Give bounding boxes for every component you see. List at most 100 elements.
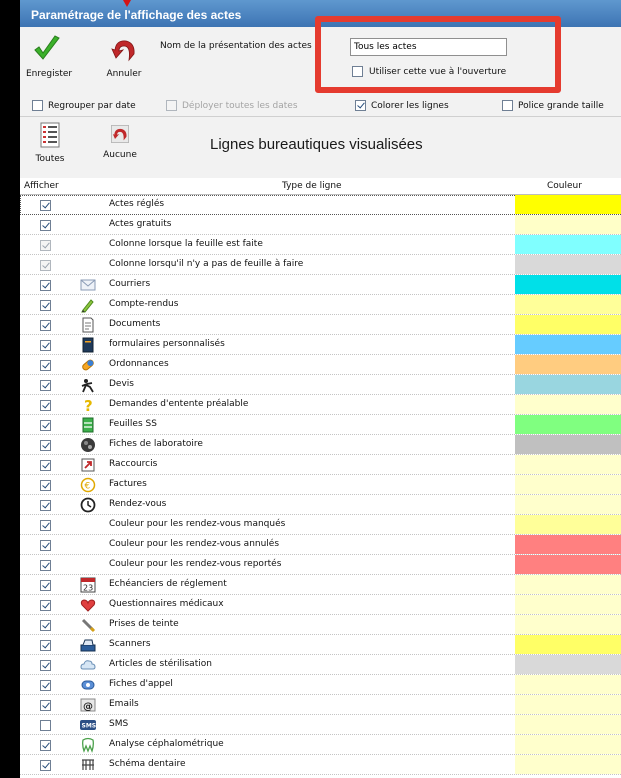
table-row[interactable]: Ordonnances	[20, 355, 621, 375]
row-color-swatch[interactable]	[515, 295, 621, 314]
row-color-swatch[interactable]	[515, 655, 621, 674]
table-row[interactable]: Courriers	[20, 275, 621, 295]
row-show-checkbox[interactable]	[40, 700, 51, 711]
row-show-checkbox[interactable]	[40, 760, 51, 771]
table-row[interactable]: Actes gratuits	[20, 215, 621, 235]
row-show-checkbox[interactable]	[40, 680, 51, 691]
table-row[interactable]: Schéma dentaire	[20, 755, 621, 775]
group-by-date-option[interactable]: Regrouper par date	[32, 100, 136, 111]
row-color-swatch[interactable]	[515, 635, 621, 654]
row-color-swatch[interactable]	[515, 595, 621, 614]
table-row[interactable]: Actes réglés	[20, 195, 621, 215]
table-row[interactable]: Fiches de laboratoire	[20, 435, 621, 455]
row-show-checkbox[interactable]	[40, 660, 51, 671]
presentation-name-input[interactable]	[350, 38, 507, 56]
row-show-checkbox[interactable]	[40, 380, 51, 391]
table-row[interactable]: formulaires personnalisés	[20, 335, 621, 355]
row-color-swatch[interactable]	[515, 475, 621, 494]
table-row[interactable]: Couleur pour les rendez-vous reportés	[20, 555, 621, 575]
row-show-checkbox[interactable]	[40, 720, 51, 731]
table-row[interactable]: Questionnaires médicaux	[20, 595, 621, 615]
group-by-date-checkbox[interactable]	[32, 100, 43, 111]
table-row[interactable]: Rendez-vous	[20, 495, 621, 515]
table-row[interactable]: Devis	[20, 375, 621, 395]
row-show-checkbox[interactable]	[40, 560, 51, 571]
table-row[interactable]: Colonne lorsqu'il n'y a pas de feuille à…	[20, 255, 621, 275]
column-color-header[interactable]: Couleur	[547, 181, 582, 191]
row-show-checkbox[interactable]	[40, 580, 51, 591]
row-show-checkbox[interactable]	[40, 460, 51, 471]
table-row[interactable]: Colonne lorsque la feuille est faite	[20, 235, 621, 255]
table-row[interactable]: € Factures	[20, 475, 621, 495]
row-show-checkbox[interactable]	[40, 400, 51, 411]
row-show-checkbox[interactable]	[40, 220, 51, 231]
row-show-checkbox[interactable]	[40, 280, 51, 291]
row-color-swatch[interactable]	[515, 715, 621, 734]
row-color-swatch[interactable]	[515, 255, 621, 274]
table-row[interactable]: ? Demandes d'entente préalable	[20, 395, 621, 415]
row-show-checkbox[interactable]	[40, 360, 51, 371]
row-show-checkbox[interactable]	[40, 640, 51, 651]
select-all-button[interactable]: Toutes	[30, 122, 70, 164]
row-show-checkbox[interactable]	[40, 500, 51, 511]
row-color-swatch[interactable]	[515, 435, 621, 454]
row-color-swatch[interactable]	[515, 615, 621, 634]
row-show-checkbox[interactable]	[40, 340, 51, 351]
row-color-swatch[interactable]	[515, 375, 621, 394]
row-color-swatch[interactable]	[515, 735, 621, 754]
row-color-swatch[interactable]	[515, 555, 621, 574]
row-color-swatch[interactable]	[515, 755, 621, 774]
row-show-checkbox[interactable]	[40, 520, 51, 531]
large-font-checkbox[interactable]	[502, 100, 513, 111]
row-show-checkbox[interactable]	[40, 480, 51, 491]
table-row[interactable]: Analyse céphalométrique	[20, 735, 621, 755]
row-show-checkbox[interactable]	[40, 620, 51, 631]
table-row[interactable]: @ Emails	[20, 695, 621, 715]
row-color-swatch[interactable]	[515, 695, 621, 714]
open-view-checkbox[interactable]	[352, 66, 363, 77]
row-color-swatch[interactable]	[515, 235, 621, 254]
row-color-swatch[interactable]	[515, 515, 621, 534]
color-lines-option[interactable]: Colorer les lignes	[355, 100, 449, 111]
row-color-swatch[interactable]	[515, 215, 621, 234]
row-show-checkbox[interactable]	[40, 420, 51, 431]
save-button[interactable]: Enregister	[26, 34, 72, 79]
row-color-swatch[interactable]	[515, 275, 621, 294]
open-view-option[interactable]: Utiliser cette vue à l'ouverture	[352, 66, 506, 77]
table-row[interactable]: Couleur pour les rendez-vous manqués	[20, 515, 621, 535]
row-color-swatch[interactable]	[515, 315, 621, 334]
table-row[interactable]: SMS SMS	[20, 715, 621, 735]
table-row[interactable]: Couleur pour les rendez-vous annulés	[20, 535, 621, 555]
row-color-swatch[interactable]	[515, 195, 621, 214]
large-font-option[interactable]: Police grande taille	[502, 100, 604, 111]
row-color-swatch[interactable]	[515, 455, 621, 474]
row-show-checkbox[interactable]	[40, 440, 51, 451]
table-row[interactable]: Articles de stérilisation	[20, 655, 621, 675]
row-color-swatch[interactable]	[515, 675, 621, 694]
table-row[interactable]: Prises de teinte	[20, 615, 621, 635]
table-row[interactable]: Fiches d'appel	[20, 675, 621, 695]
row-color-swatch[interactable]	[515, 395, 621, 414]
row-show-checkbox[interactable]	[40, 300, 51, 311]
row-show-checkbox[interactable]	[40, 600, 51, 611]
row-color-swatch[interactable]	[515, 355, 621, 374]
row-color-swatch[interactable]	[515, 335, 621, 354]
column-type-header[interactable]: Type de ligne	[282, 181, 342, 191]
table-row[interactable]: Compte-rendus	[20, 295, 621, 315]
table-row[interactable]: Documents	[20, 315, 621, 335]
row-color-swatch[interactable]	[515, 575, 621, 594]
row-show-checkbox[interactable]	[40, 740, 51, 751]
row-show-checkbox[interactable]	[40, 200, 51, 211]
table-row[interactable]: 23 Echéanciers de réglement	[20, 575, 621, 595]
color-lines-checkbox[interactable]	[355, 100, 366, 111]
row-show-checkbox[interactable]	[40, 320, 51, 331]
row-color-swatch[interactable]	[515, 495, 621, 514]
cancel-button[interactable]: Annuler	[102, 36, 146, 79]
select-none-button[interactable]: Aucune	[97, 124, 143, 160]
table-row[interactable]: Scanners	[20, 635, 621, 655]
table-row[interactable]: Feuilles SS	[20, 415, 621, 435]
table-row[interactable]: Raccourcis	[20, 455, 621, 475]
row-color-swatch[interactable]	[515, 535, 621, 554]
row-color-swatch[interactable]	[515, 415, 621, 434]
row-show-checkbox[interactable]	[40, 540, 51, 551]
